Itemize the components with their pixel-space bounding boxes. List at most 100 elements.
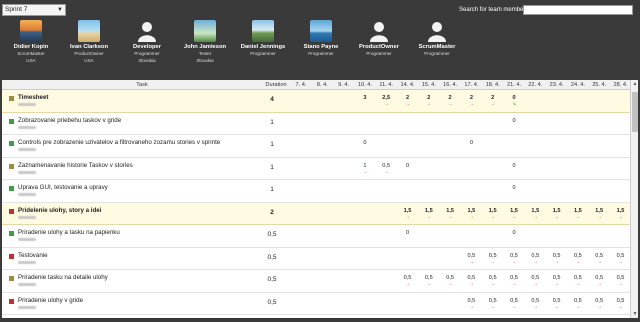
column-date[interactable]: 24. 4. xyxy=(569,82,587,88)
column-date[interactable]: 7. 4. xyxy=(292,82,310,88)
remaining-value[interactable]: 1,5 xyxy=(400,208,416,214)
task-name[interactable]: Priradenie ulohy v gride xyxy=(18,297,83,304)
team-member[interactable]: Stano Payne Programmer xyxy=(292,20,350,58)
remaining-value[interactable]: 0 xyxy=(506,230,522,236)
remaining-value[interactable]: 0,5 xyxy=(463,298,479,304)
remaining-value[interactable]: 0 xyxy=(463,140,479,146)
team-member[interactable]: Developer Programmer Slovakia xyxy=(118,20,176,63)
column-date[interactable]: 21. 4. xyxy=(505,82,523,88)
remaining-value[interactable]: 0,5 xyxy=(485,253,501,259)
remaining-value[interactable]: 1,5 xyxy=(613,208,629,214)
remaining-value[interactable]: 0 xyxy=(357,140,373,146)
task-row[interactable]: Priradenie ulohy a tasku na papienku 0,5 0… xyxy=(2,225,630,248)
remaining-value[interactable]: 1,5 xyxy=(591,208,607,214)
decrease-arrow-icon: → xyxy=(405,101,410,107)
column-date[interactable]: 25. 4. xyxy=(590,82,608,88)
task-name[interactable]: Zaznamenavanie historie Taskov v stories xyxy=(18,162,133,169)
remaining-value[interactable]: 0,5 xyxy=(591,298,607,304)
story-row[interactable]: Timesheet 4 3 2,5 → 2 → 2 → 2 → 2 → 2 → 0 ↘ xyxy=(2,90,630,113)
task-duration: 0,5 xyxy=(267,231,277,238)
remaining-value[interactable]: 0 xyxy=(400,230,416,236)
column-date[interactable]: 16. 4. xyxy=(441,82,459,88)
team-member[interactable]: ProductOwner Programmer xyxy=(350,20,408,58)
remaining-value[interactable]: 0,5 xyxy=(570,298,586,304)
team-member[interactable]: ScrumMaster Programmer xyxy=(408,20,466,58)
column-date[interactable]: 9. 4. xyxy=(335,82,353,88)
decrease-arrow-icon: → xyxy=(596,303,602,310)
story-row[interactable]: Pridelenie ulohy, story a idei 2 1,5 → 1,5 → 1… xyxy=(2,202,630,225)
remaining-value[interactable]: 1,5 xyxy=(570,208,586,214)
remaining-value[interactable]: 0,5 xyxy=(506,298,522,304)
column-date[interactable]: 28. 4. xyxy=(612,82,630,88)
column-duration[interactable]: Duration xyxy=(260,82,292,88)
decrease-arrow-icon: → xyxy=(490,281,496,287)
column-date[interactable]: 15. 4. xyxy=(420,82,438,88)
remaining-value[interactable]: 1,5 xyxy=(506,208,522,214)
task-row[interactable]: Priradenie ulohy v gride 0,5 0,5 → 0,5 → 0,5 → 0… xyxy=(2,293,630,315)
remaining-value[interactable]: 1,5 xyxy=(421,208,437,214)
task-name[interactable]: Timesheet xyxy=(18,94,49,101)
task-owner xyxy=(18,148,36,151)
remaining-value[interactable]: 0 xyxy=(400,163,416,169)
remaining-value[interactable]: 1,5 xyxy=(527,208,543,214)
scrollbar-thumb[interactable] xyxy=(632,92,638,132)
task-row[interactable]: Zobrazovanie priebehu taskov v gride 1 0 xyxy=(2,113,630,135)
team-member[interactable]: Daniel Jennings Programmer xyxy=(234,20,292,58)
column-task[interactable]: Task xyxy=(112,82,172,88)
remaining-value[interactable]: 0,5 xyxy=(570,253,586,259)
remaining-value[interactable]: 0,5 xyxy=(527,253,543,259)
remaining-value[interactable]: 0,5 xyxy=(613,253,629,259)
remaining-value[interactable]: 1,5 xyxy=(485,208,501,214)
task-name[interactable]: Testovanie xyxy=(18,252,48,259)
task-row[interactable]: Priradenie tasku na detaile ulohy 0,5 0,5 →… xyxy=(2,270,630,293)
search-input[interactable] xyxy=(523,5,633,15)
remaining-value[interactable]: 0,5 xyxy=(506,253,522,259)
remaining-value[interactable]: 0,5 xyxy=(463,253,479,259)
status-square-icon xyxy=(9,231,14,236)
avatar xyxy=(368,20,390,42)
column-date[interactable]: 18. 4. xyxy=(484,82,502,88)
column-date[interactable]: 8. 4. xyxy=(313,82,331,88)
task-row[interactable]: Controls pre zobrazenie uzivatelov a fil… xyxy=(2,135,630,158)
task-name[interactable]: Zobrazovanie priebehu taskov v gride xyxy=(18,117,121,124)
task-name[interactable]: Controls pre zobrazenie uzivatelov a fil… xyxy=(18,139,220,146)
sprint-select[interactable]: Sprint 7 ▼ xyxy=(2,4,66,16)
remaining-value[interactable]: 0 xyxy=(506,163,522,169)
remaining-value[interactable]: 0,5 xyxy=(527,298,543,304)
remaining-value[interactable]: 0 xyxy=(506,118,522,124)
avatar xyxy=(20,20,42,42)
remaining-value[interactable]: 0,5 xyxy=(378,163,394,169)
remaining-value[interactable]: 0,5 xyxy=(485,298,501,304)
column-date[interactable]: 22. 4. xyxy=(526,82,544,88)
task-name[interactable]: Priradenie tasku na detaile ulohy xyxy=(18,274,108,281)
task-name[interactable]: Priradenie ulohy a tasku na papienku xyxy=(18,229,120,236)
team-member[interactable]: Didier Kopin ScrumMaster USA xyxy=(2,20,60,63)
scroll-up-icon[interactable]: ▲ xyxy=(631,80,639,88)
remaining-value[interactable]: 0,5 xyxy=(549,298,565,304)
column-date[interactable]: 23. 4. xyxy=(548,82,566,88)
column-date[interactable]: 11. 4. xyxy=(377,82,395,88)
task-name[interactable]: Pridelenie ulohy, story a idei xyxy=(18,207,101,214)
task-name[interactable]: Uprava GUI, testovanie a upravy xyxy=(18,184,108,191)
task-row[interactable]: Uprava GUI, testovanie a upravy 1 0 xyxy=(2,180,630,203)
remaining-value[interactable]: 1 xyxy=(357,163,373,169)
column-date[interactable]: 14. 4. xyxy=(399,82,417,88)
vertical-scrollbar[interactable]: ▲ ▼ xyxy=(630,80,638,318)
task-row[interactable]: Zaznamenavanie historie Taskov v stories… xyxy=(2,158,630,180)
remaining-value[interactable]: 0 xyxy=(506,185,522,191)
remaining-value[interactable]: 0,5 xyxy=(549,253,565,259)
team-member[interactable]: Ivan Clarkson ProductOwner USA xyxy=(60,20,118,63)
remaining-value[interactable]: 3 xyxy=(357,95,373,101)
scroll-down-icon[interactable]: ▼ xyxy=(631,310,639,318)
task-duration: 0,5 xyxy=(267,298,277,306)
remaining-value[interactable]: 1,5 xyxy=(463,208,479,214)
remaining-value[interactable]: 0,5 xyxy=(613,298,629,304)
task-row[interactable]: Testovanie 0,5 0,5 → 0,5 → 0,5 → 0,5 → 0,5 → 0,5 → 0,5… xyxy=(2,248,630,270)
team-member[interactable]: John Jamieson Tester Slovakia xyxy=(176,20,234,63)
column-date[interactable]: 10. 4. xyxy=(356,82,374,88)
remaining-value[interactable]: 0,5 xyxy=(591,253,607,259)
remaining-value[interactable]: 1,5 xyxy=(442,208,458,214)
column-date[interactable]: 17. 4. xyxy=(462,82,480,88)
decrease-arrow-icon: → xyxy=(383,168,389,175)
remaining-value[interactable]: 1,5 xyxy=(549,208,565,214)
